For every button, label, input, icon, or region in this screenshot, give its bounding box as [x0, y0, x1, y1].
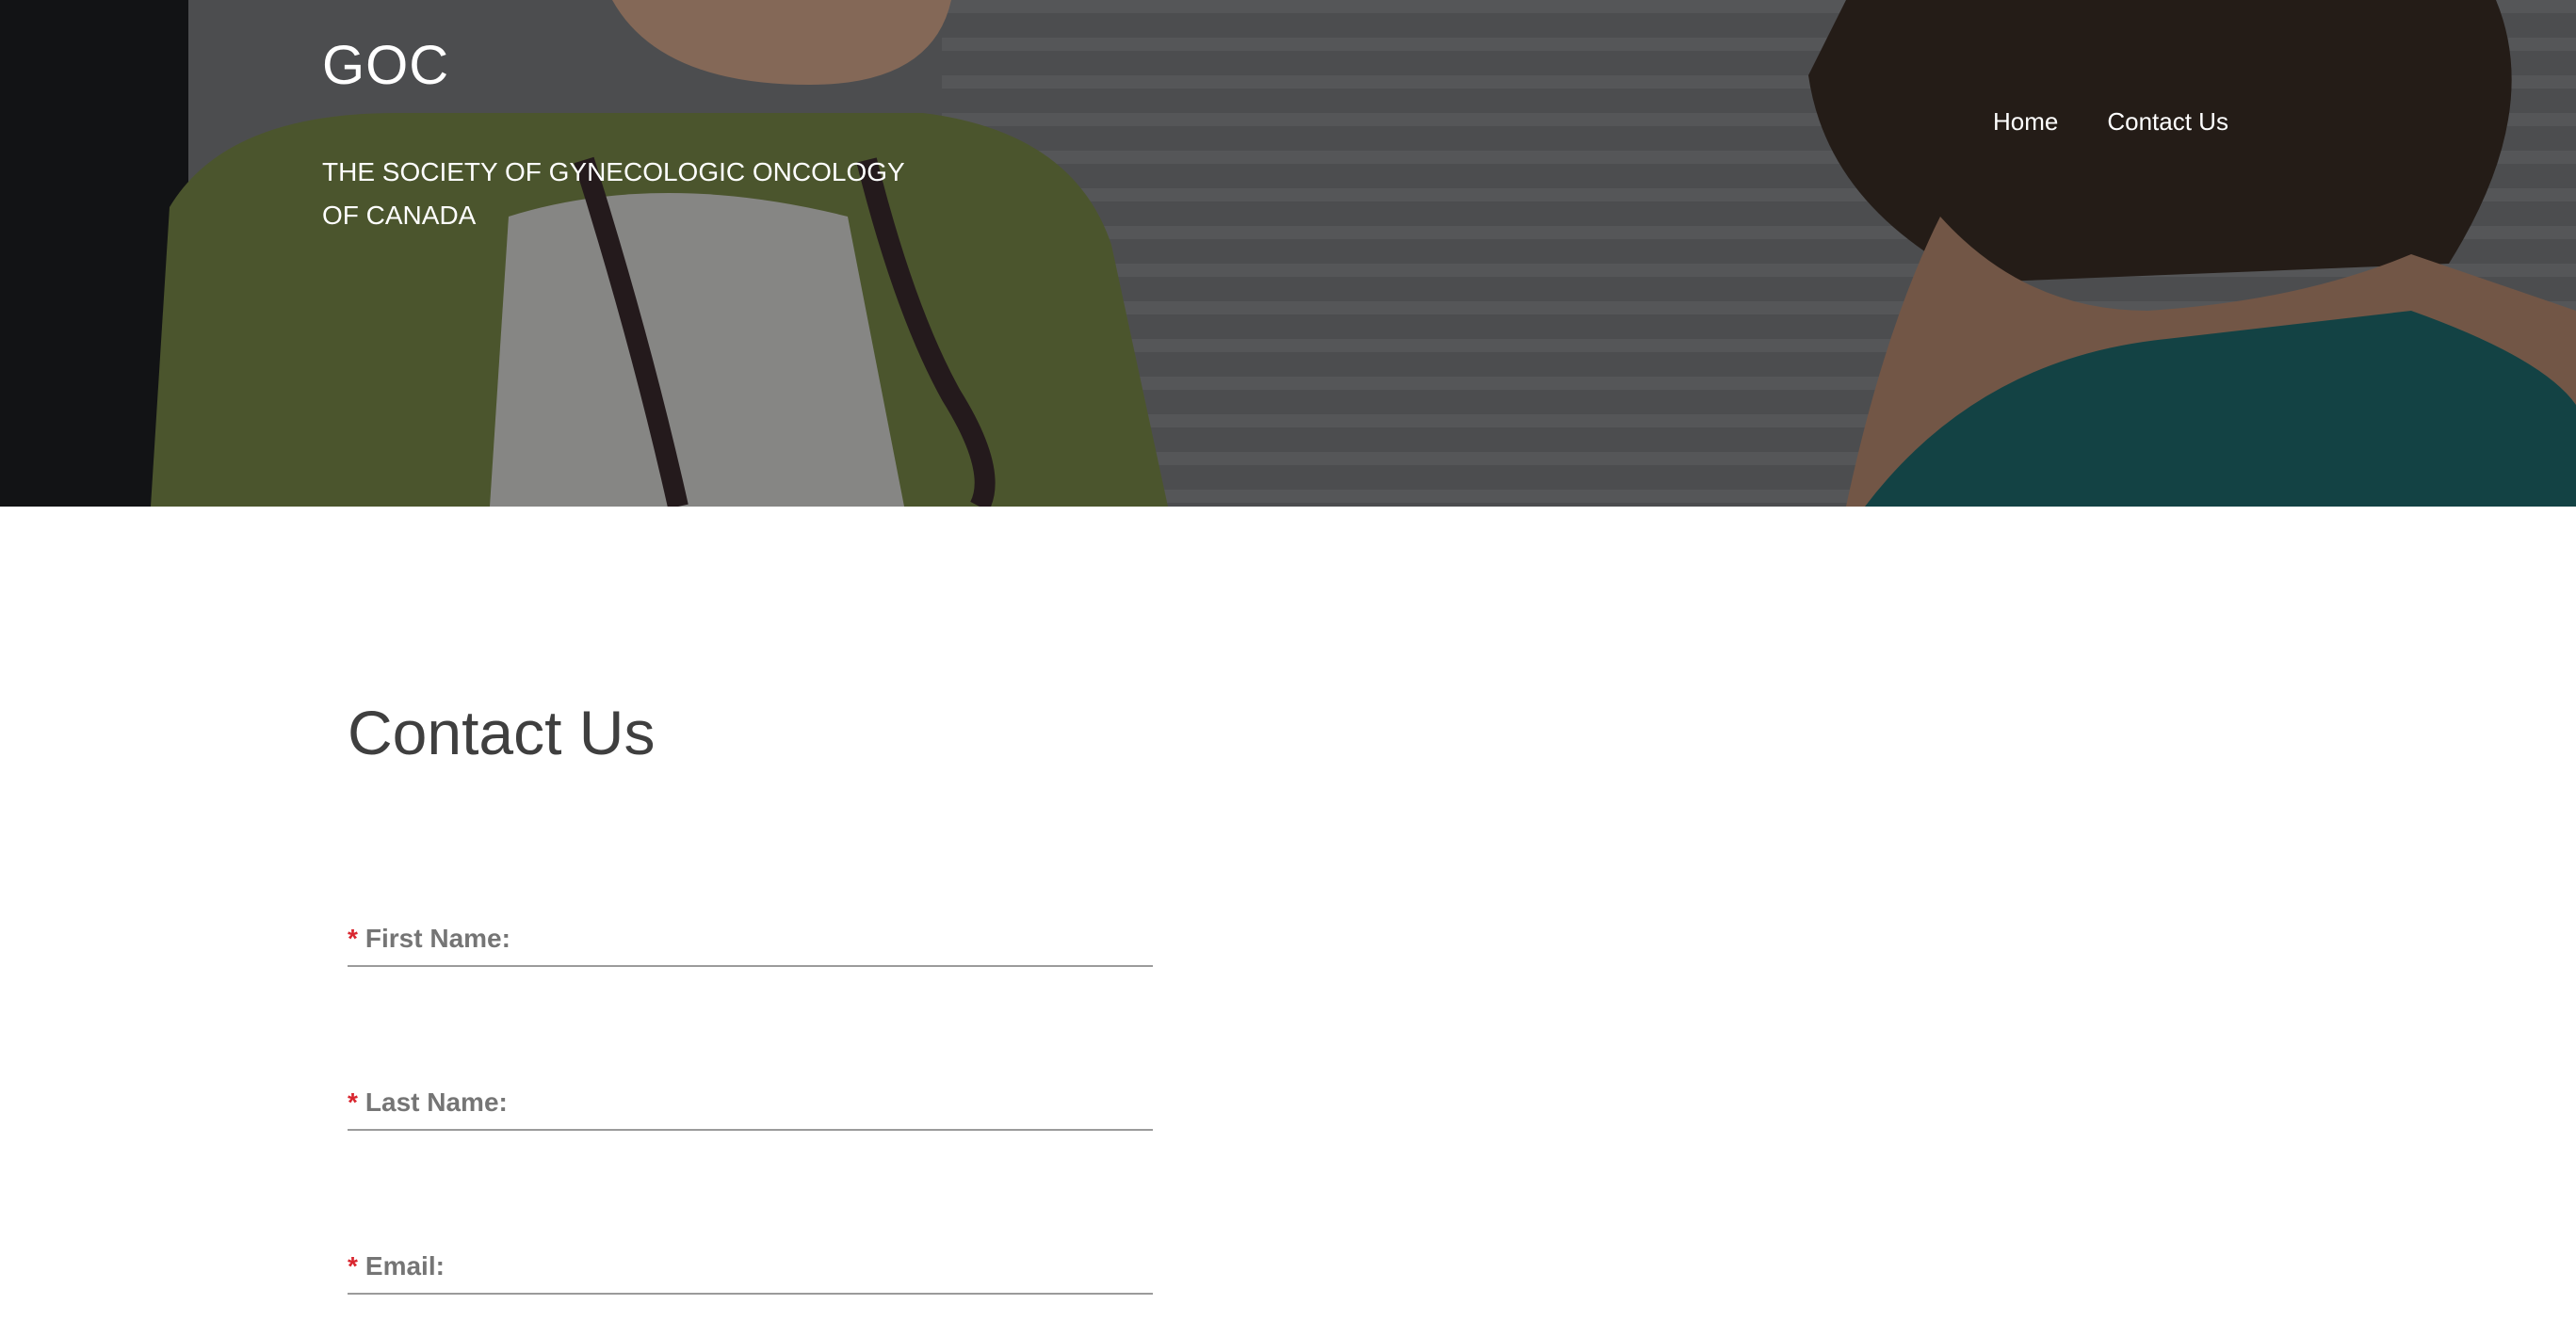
nav-home-link[interactable]: Home [1993, 105, 2058, 137]
first-name-input[interactable] [348, 901, 1153, 965]
first-name-field: * First Name: [348, 901, 1153, 967]
email-input[interactable] [348, 1229, 1153, 1293]
page-title: Contact Us [348, 698, 656, 767]
email-field: * Email: [348, 1229, 1153, 1295]
site-title[interactable]: GOC [322, 30, 925, 102]
hero-header: GOC THE SOCIETY OF GYNECOLOGIC ONCOLOGY … [0, 0, 2576, 507]
site-branding: GOC THE SOCIETY OF GYNECOLOGIC ONCOLOGY … [322, 30, 925, 237]
site-tagline: THE SOCIETY OF GYNECOLOGIC ONCOLOGY OF C… [322, 157, 905, 230]
nav-contact-us-link[interactable]: Contact Us [2107, 105, 2228, 137]
main-navigation: Home Contact Us [1993, 105, 2228, 137]
last-name-field: * Last Name: [348, 1065, 1153, 1131]
last-name-input[interactable] [348, 1065, 1153, 1129]
